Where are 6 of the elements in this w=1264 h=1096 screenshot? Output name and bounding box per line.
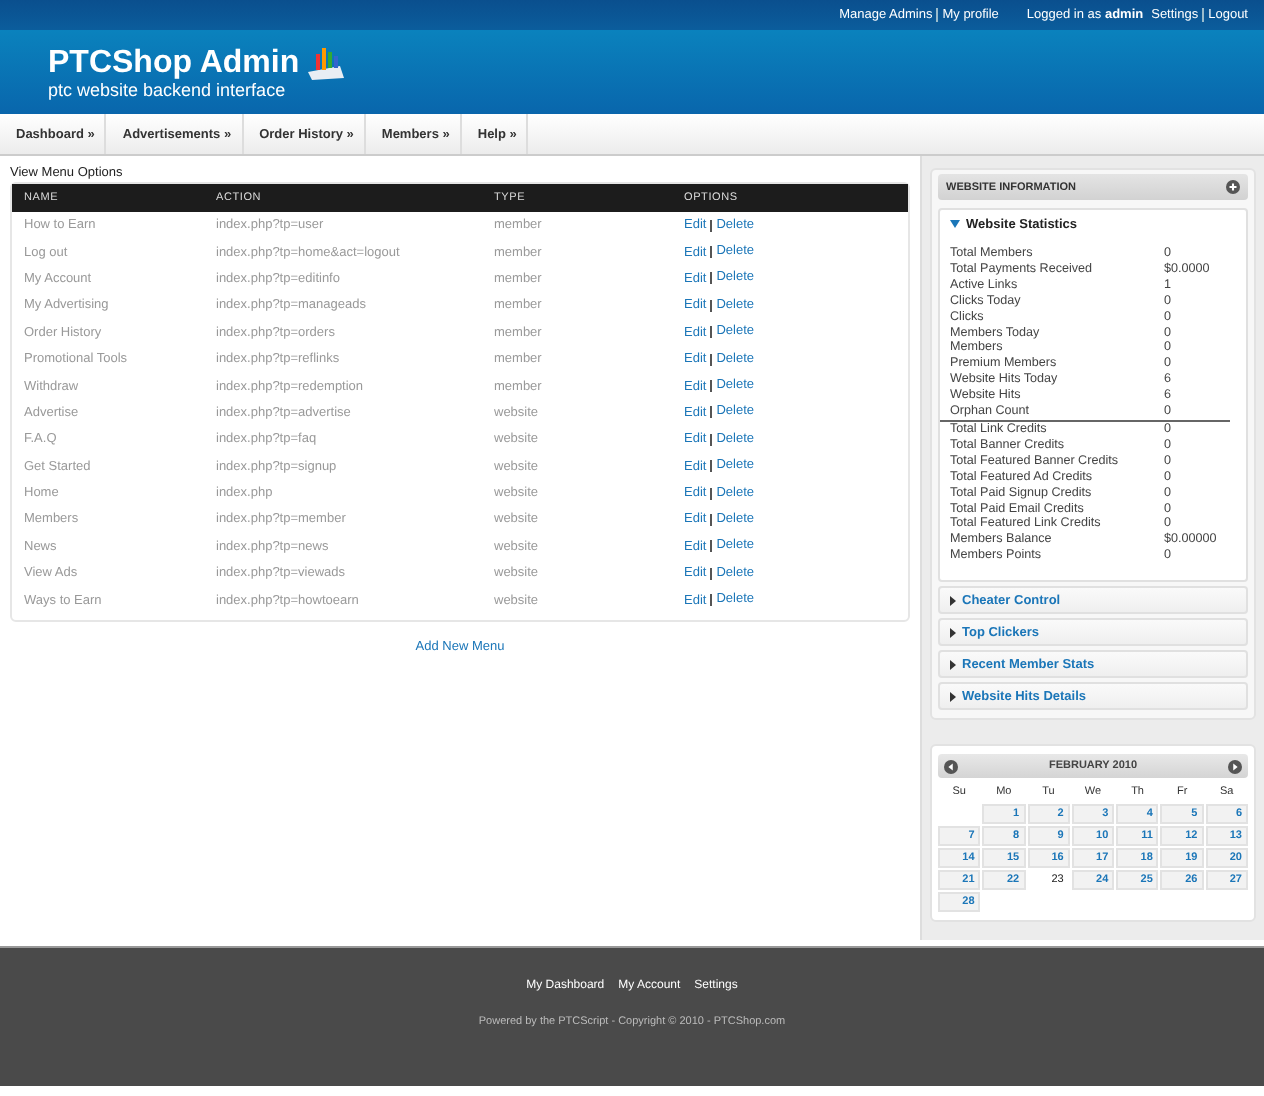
next-month-icon[interactable]: [1228, 759, 1242, 774]
logo-subtitle: ptc website backend interface: [48, 80, 288, 100]
logo-title: PTCShop Admin: [48, 48, 300, 80]
plus-circle-icon[interactable]: [1226, 180, 1240, 194]
bar-chart-icon: [305, 44, 346, 80]
previous-month-icon[interactable]: [944, 759, 958, 774]
